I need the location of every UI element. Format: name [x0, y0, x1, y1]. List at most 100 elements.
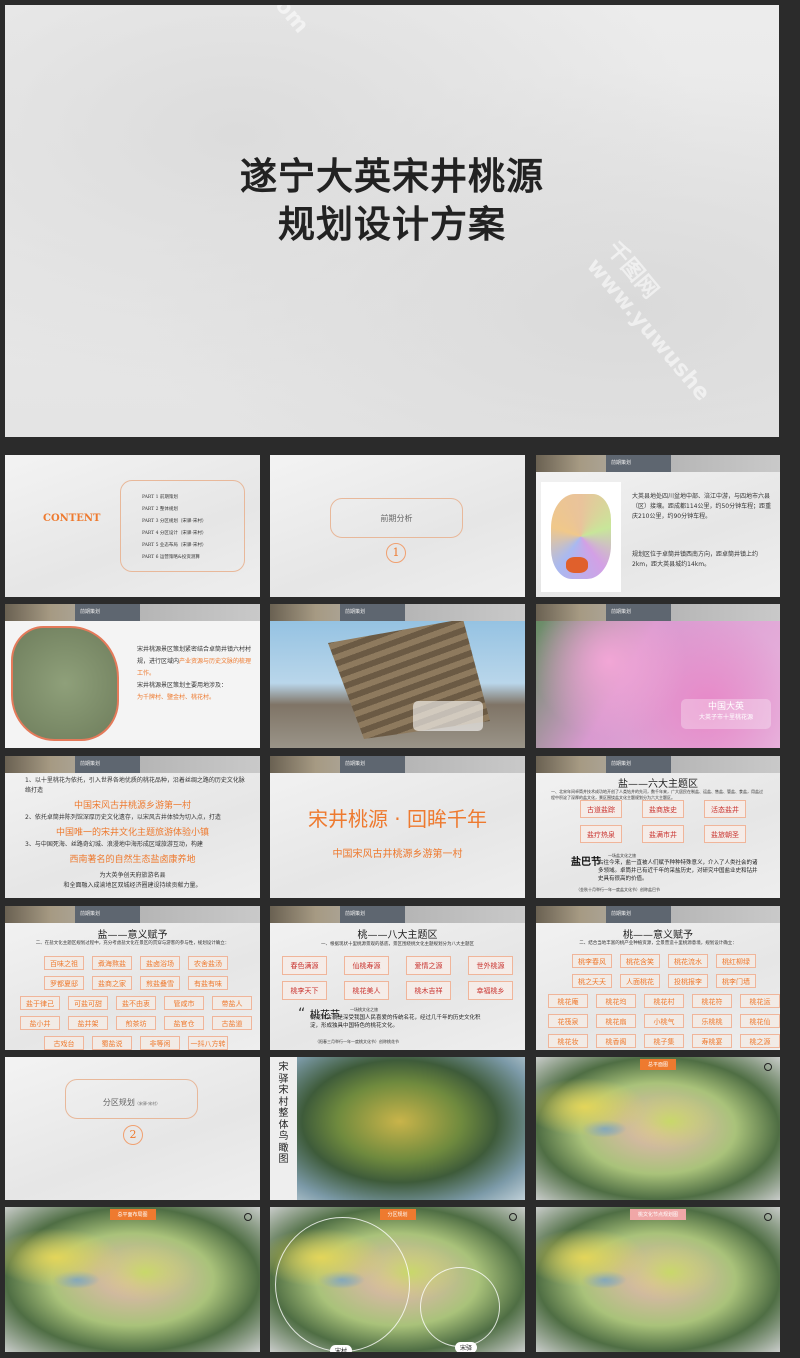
watermark: .com [256, 5, 314, 39]
peach-festival-text: 桃花自古就是深受我国人民喜爱的传统名花，经过几千年的历史文化积淀，形成独具中国特… [310, 1015, 481, 1029]
contents-part[interactable]: PART 1 前期策划 [142, 492, 206, 504]
zone-label: 宋村 [330, 1345, 353, 1352]
theme-tag: 带盐人 [212, 996, 252, 1010]
positioning-text-3: 3、与中国死海、丝路奇幻城、浪漫地中海形成区域旅游互动，构建 [25, 841, 203, 848]
theme-tag: 爱情之源 [406, 956, 451, 975]
slide-salt-rack-photo[interactable]: 前期策划 [270, 604, 525, 748]
slide-header: 前期策划 [5, 906, 260, 923]
theme-tag: 盐井架 [68, 1016, 108, 1030]
theme-tag: 煎盐叠雪 [140, 976, 180, 990]
contents-part[interactable]: PART 6 运营策略&投资测算 [142, 552, 206, 564]
theme-tag: 蜀盐说 [92, 1036, 132, 1050]
watermark: 千图网 www.yuwushe [581, 237, 715, 406]
slide-zoning-plan[interactable]: 分区规划 宋村 宋驿 [270, 1207, 525, 1352]
section-number: 2 [123, 1125, 143, 1145]
slide-salt-meaning[interactable]: 前期策划 盐——意义赋予 二、在盐文化主题区规划过程中，充分考虑盐文化在景区的贯… [5, 906, 260, 1050]
theme-tag: 古盐道 [212, 1016, 252, 1030]
caption-box [413, 701, 483, 731]
slide-peach-zones[interactable]: 前期策划 桃——八大主题区 一、根据现状十里桃源景观的基底，景区围绕桃文化主题规… [270, 906, 525, 1050]
theme-tag: 桃花妆 [548, 1034, 588, 1048]
positioning-text-1: 1、以十里桃花为依托，引入世界各地优质的桃花品种，沿着丝绸之路的历史文化脉络打造 [25, 777, 245, 794]
slide-header: 前期策划 [270, 604, 525, 621]
slide-aerial-view[interactable]: 宋驿宋村整体鸟瞰图 [270, 1057, 525, 1200]
salt-meaning-title: 盐——意义赋予 [97, 930, 168, 941]
peach-festival-note: （阳春三月举行一年一度桃文化节）创称桃花节 [315, 1039, 399, 1044]
zone-circle [275, 1217, 410, 1352]
slide-header: 前期策划 [536, 455, 780, 472]
contents-part[interactable]: PART 4 分区设计（宋驿·宋村） [142, 528, 206, 540]
positioning-footer-2: 和全面融入成渝地区双城经济圈建设持续贡献力量。 [63, 882, 202, 889]
location-map [541, 482, 621, 592]
salt-meaning-intro: 二、在盐文化主题区规划过程中，充分考虑盐文化在景区的贯穿与游客的参与性，规划设计… [35, 941, 230, 946]
theme-tag: 桃之夭夭 [572, 974, 612, 988]
slide-peach-meaning[interactable]: 前期策划 桃——意义赋予 二、结合当地丰富的桃产业种植资源，全景营造十里桃源意境… [536, 906, 780, 1050]
theme-tag: 桃花庵 [548, 994, 588, 1008]
peach-zones-title: 桃——八大主题区 [357, 930, 438, 941]
slide-section-1[interactable]: 前期分析 1 [270, 455, 525, 597]
slide-header: 前期策划 [270, 906, 525, 923]
theme-tag: 春色满源 [282, 956, 327, 975]
theme-tag: 盐商族史 [642, 800, 684, 818]
theme-tag: 乐桃桃 [692, 1014, 732, 1028]
theme-tag: 世外桃源 [468, 956, 513, 975]
theme-tag: 桃花流水 [668, 954, 708, 968]
theme-tag: 小桃气 [644, 1014, 684, 1028]
theme-tag: 桃红柳绿 [716, 954, 756, 968]
slogan-subtitle: 中国宋风古井桃源乡游第一村 [332, 849, 463, 860]
north-arrow-icon [244, 1213, 252, 1221]
slide-peach-node-plan[interactable]: 桃文化节点规划图 [536, 1207, 780, 1352]
slide-peach-photo[interactable]: 前期策划 中国大英 大英子市十里桃花源 [536, 604, 780, 748]
theme-tag: 桃木吉祥 [406, 981, 451, 1000]
slide-positioning[interactable]: 前期策划 1、以十里桃花为依托，引入世界各地优质的桃花品种，沿着丝绸之路的历史文… [5, 756, 260, 898]
theme-tag: 桃之源 [740, 1034, 780, 1048]
theme-tag: 桃子集 [644, 1034, 684, 1048]
villages-text: 宋井桃源景区策划紧密结合卓筒井镇六村村规，进行区域内产业资源与历史文脉的梳理工作… [137, 646, 252, 701]
slide-contents[interactable]: CONTENT PART 1 前期策划 PART 2 整体规划 PART 3 分区规… [5, 455, 260, 597]
theme-tag: 有盐有味 [188, 976, 228, 990]
plan-label: 分区规划 [379, 1209, 416, 1220]
theme-tag: 桃花村 [644, 994, 684, 1008]
theme-tag: 古戏台 [44, 1036, 84, 1050]
theme-tag: 桃花扇 [596, 1014, 636, 1028]
positioning-footer-1: 为大英争创天府旅游名县 [99, 872, 166, 879]
positioning-highlight-3: 西南著名的自然生态盐卤康养地 [69, 855, 196, 865]
theme-tag: 盐小井 [20, 1016, 60, 1030]
theme-tag: 仙桃寿源 [344, 956, 389, 975]
slide-location[interactable]: 前期策划 大英县地处四川盆地中部、涪江中游，与四地市六县（区）接壤。距成都114… [536, 455, 780, 597]
theme-tag: 幸福桃乡 [468, 981, 513, 1000]
peach-caption: 中国大英 大英子市十里桃花源 [681, 699, 771, 729]
slide-section-2[interactable]: 分区规划（宋驿·宋村） 2 [5, 1057, 260, 1200]
slide-salt-zones[interactable]: 前期策划 盐——六大主题区 一、北宋年间卓筒井技术成功地开创了人类钻井的先河，数… [536, 756, 780, 898]
aerial-title: 宋驿宋村整体鸟瞰图 [270, 1057, 297, 1200]
slide-header: 前期策划 [5, 604, 260, 621]
section-title: 前期分析 [330, 498, 463, 538]
location-text-1: 大英县地处四川盆地中部、涪江中游，与四地市六县（区）接壤。距成都114公里，约5… [632, 493, 772, 520]
salt-festival-note: （金秋十月举行一年一度盐文化节）创称盐巴节 [576, 887, 660, 892]
theme-tag: 盐旅朝圣 [704, 825, 746, 843]
slide-villages[interactable]: 前期策划 宋井桃源景区策划紧密结合卓筒井镇六村村规，进行区域内产业资源与历史文脉… [5, 604, 260, 748]
theme-tag: 盐官仓 [164, 1016, 204, 1030]
theme-tag: 非等闲 [140, 1036, 180, 1050]
cover-slide[interactable]: 遂宁大英宋井桃源 规划设计方案 .com 千图网 www.yuwushe [5, 5, 779, 437]
theme-tag: 投桃报李 [668, 974, 708, 988]
contents-list: PART 1 前期策划 PART 2 整体规划 PART 3 分区规划（宋驿·宋村）… [142, 492, 206, 564]
theme-tag: 桃花含笑 [620, 954, 660, 968]
salt-festival-title: 盐巴节 [571, 857, 601, 868]
theme-tag: 盐满市井 [642, 825, 684, 843]
contents-part[interactable]: PART 5 业态布局（宋驿·宋村） [142, 540, 206, 552]
contents-heading: CONTENT [43, 513, 101, 524]
contents-part[interactable]: PART 3 分区规划（宋驿·宋村） [142, 516, 206, 528]
salt-zones-title: 盐——六大主题区 [618, 779, 698, 790]
theme-tag: 盐不由衷 [116, 996, 156, 1010]
plan-label: 桃文化节点规划图 [629, 1209, 687, 1220]
slide-slogan[interactable]: 前期策划 宋井桃源 · 回眸千年 中国宋风古井桃源乡游第一村 [270, 756, 525, 898]
theme-tag: 桃花坞 [596, 994, 636, 1008]
theme-tag: 花筏泉 [548, 1014, 588, 1028]
cover-title: 遂宁大英宋井桃源 规划设计方案 [240, 155, 544, 246]
salt-festival-text: 古往今来，盐一直被人们赋予种种特殊意义，介入了人类社会的诸多领域。卓筒井已有近千… [598, 860, 758, 882]
slide-master-plan[interactable]: 总平面图 [536, 1057, 780, 1200]
peach-zones-intro: 一、根据现状十里桃源景观的基底，景区围绕桃文化主题规划分为八大主题区 [321, 942, 474, 947]
slide-layout-plan[interactable]: 总平面布局图 [5, 1207, 260, 1352]
contents-part[interactable]: PART 2 整体规划 [142, 504, 206, 516]
slide-header: 前期策划 [536, 604, 780, 621]
